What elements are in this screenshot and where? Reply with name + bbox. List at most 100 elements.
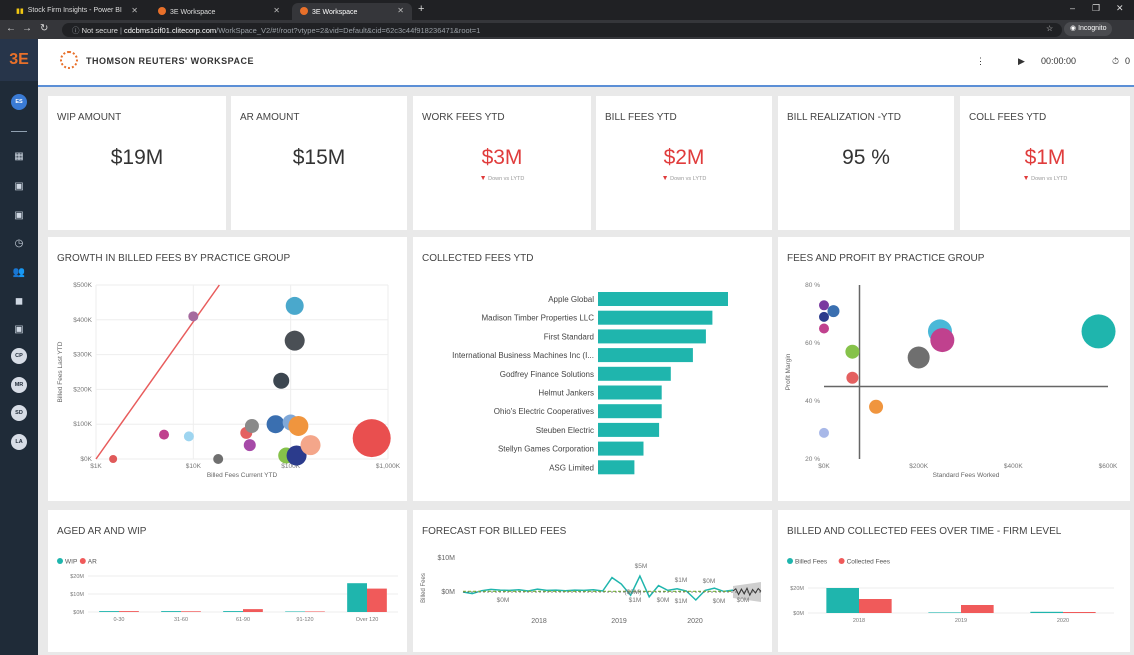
kpi-title: COLL FEES YTD xyxy=(969,112,1047,123)
overtime-bar-chart[interactable]: Billed Fees Collected Fees $0M $20M 2018 2019… xyxy=(778,510,1130,652)
browser-tab-3e-2[interactable]: 3E Workspace ✕ xyxy=(292,3,412,20)
3e-favicon xyxy=(158,7,166,15)
growth-panel[interactable]: GROWTH IN BILLED FEES BY PRACTICE GROUP … xyxy=(48,237,407,501)
kpi-title: BILL REALIZATION -YTD xyxy=(787,112,901,123)
close-icon[interactable]: ✕ xyxy=(131,6,138,15)
user-avatar[interactable]: ES xyxy=(11,94,27,110)
minimize-icon[interactable]: – xyxy=(1070,3,1075,13)
nav-badge-cp[interactable]: CP xyxy=(11,348,27,364)
restore-icon[interactable]: ❐ xyxy=(1092,3,1100,14)
bar-category-label: International Business Machines Inc (I..… xyxy=(452,351,594,360)
bar xyxy=(598,404,662,419)
x-tick-label: $600K xyxy=(1099,463,1118,470)
people-icon[interactable]: 👥 xyxy=(12,266,26,280)
power-bi-icon: ▮▮ xyxy=(16,8,24,15)
data-point xyxy=(266,415,285,434)
data-point xyxy=(846,371,859,384)
bar xyxy=(826,588,859,613)
close-icon[interactable]: ✕ xyxy=(273,6,280,15)
kpi-title: WIP AMOUNT xyxy=(57,112,122,123)
kpi-trend: ▼ Down vs LYTD xyxy=(596,175,772,182)
browser-tab-3e-1[interactable]: 3E Workspace ✕ xyxy=(150,3,288,20)
3e-logo[interactable]: 3E xyxy=(0,39,38,81)
x-tick-label: $0K xyxy=(818,463,830,470)
report-icon[interactable]: ▣ xyxy=(12,209,26,223)
aged-panel[interactable]: AGED AR AND WIP WIP AR $0M $10M $20M 0-30 31-6… xyxy=(48,510,407,652)
data-point xyxy=(285,296,304,315)
info-icon: ⓘ xyxy=(72,26,82,35)
kpi-card-wip[interactable]: WIP AMOUNT $19M xyxy=(48,96,226,230)
star-icon[interactable]: ☆ xyxy=(1046,24,1053,33)
data-point xyxy=(300,435,321,456)
bar xyxy=(181,611,201,612)
reload-icon[interactable]: ↻ xyxy=(40,23,48,34)
x-tick-label: Over 120 xyxy=(356,617,379,623)
dashboard-icon[interactable]: ▦ xyxy=(12,150,26,164)
aged-bar-chart[interactable]: WIP AR $0M $10M $20M 0-30 31-60 61-90 91-120 Over… xyxy=(48,510,407,652)
collected-panel[interactable]: COLLECTED FEES YTD Apple Global Madison T… xyxy=(413,237,772,501)
data-label: $0M xyxy=(657,597,670,604)
collected-bar-chart[interactable]: Apple Global Madison Timber Properties LL… xyxy=(413,237,772,501)
url-input[interactable]: ⓘ Not secure | cdcbms1cif01.clitecorp.co… xyxy=(62,23,1062,37)
kpi-value: $3M xyxy=(481,146,523,169)
clock-icon[interactable]: ◷ xyxy=(12,237,26,251)
growth-scatter-chart[interactable]: $0K$100K$200K$300K$400K$500K$1K $10K $100K… xyxy=(48,237,407,501)
y-tick-label: $200K xyxy=(73,386,92,393)
profit-scatter-chart[interactable]: 20 % 40 % 60 % 80 % $0K $200K $400K $600K Standa… xyxy=(778,237,1130,501)
browser-tab-powerbi[interactable]: ▮▮ Stock Firm Insights - Power BI ✕ xyxy=(8,3,146,20)
overtime-panel[interactable]: BILLED AND COLLECTED FEES OVER TIME - FI… xyxy=(778,510,1130,652)
y-tick-label: $10M xyxy=(437,555,455,562)
y-tick-label: $0M xyxy=(73,610,84,616)
data-point xyxy=(273,372,290,389)
left-navigation: 3E ES ▦ ▣ ▣ ◷ 👥 ◼ ▣ CP MR SD LA xyxy=(0,39,38,655)
kpi-trend-label: Down vs LYTD xyxy=(488,176,525,182)
nav-badge-mr[interactable]: MR xyxy=(11,377,27,393)
forward-icon[interactable]: → xyxy=(22,23,32,34)
data-point xyxy=(819,427,829,438)
incognito-badge[interactable]: ◉ Incognito xyxy=(1064,22,1113,36)
y-tick-label: $0M xyxy=(793,611,804,617)
data-label: $5M xyxy=(635,563,648,570)
kpi-trend: ▼ Down vs LYTD xyxy=(413,175,591,182)
bar xyxy=(305,611,325,612)
forecast-line-chart[interactable]: $10M $0M Billed Fees 2018 2019 2020 $5M $1M $1M $… xyxy=(413,510,772,652)
data-point xyxy=(288,415,309,436)
back-icon[interactable]: ← xyxy=(6,23,16,34)
kpi-card-bill-fees[interactable]: BILL FEES YTD $2M ▼ Down vs LYTD xyxy=(596,96,772,230)
profit-panel[interactable]: FEES AND PROFIT BY PRACTICE GROUP 20 % 40… xyxy=(778,237,1130,501)
briefcase-icon[interactable]: ◼ xyxy=(12,295,26,309)
bar xyxy=(161,611,181,612)
more-options-icon[interactable]: ⋮ xyxy=(976,56,985,67)
chart-icon[interactable]: ▣ xyxy=(12,323,26,337)
forecast-panel[interactable]: FORECAST FOR BILLED FEES $10M $0M Billed F… xyxy=(413,510,772,652)
nav-badge-la[interactable]: LA xyxy=(11,434,27,450)
close-icon[interactable]: ✕ xyxy=(397,6,404,15)
bar xyxy=(223,611,243,612)
new-tab-button[interactable]: + xyxy=(418,3,424,15)
bar xyxy=(285,611,305,612)
kpi-card-bill-realization[interactable]: BILL REALIZATION -YTD 95 % xyxy=(778,96,954,230)
x-tick-label: $10K xyxy=(186,463,202,470)
timer-display: 00:00:00 xyxy=(1041,56,1077,66)
close-window-icon[interactable]: ✕ xyxy=(1116,3,1124,14)
bar-category-label: Ohio's Electric Cooperatives xyxy=(494,407,594,416)
kpi-title: WORK FEES YTD xyxy=(422,112,505,123)
x-tick-label: 2019 xyxy=(611,618,627,625)
kpi-card-coll-fees[interactable]: COLL FEES YTD $1M ▼ Down vs LYTD xyxy=(960,96,1130,230)
play-icon[interactable]: ▶ xyxy=(1018,56,1025,67)
data-label: $0M xyxy=(497,597,510,604)
kpi-value: $15M xyxy=(292,146,346,169)
bar-category-label: Helmut Jankers xyxy=(538,389,594,398)
stopwatch-icon[interactable]: ⏱ xyxy=(1112,56,1119,67)
y-axis-label: Billed Fees Last YTD xyxy=(57,341,64,402)
legend-label: Billed Fees xyxy=(795,559,828,566)
kpi-card-ar[interactable]: AR AMOUNT $15M xyxy=(231,96,407,230)
kpi-card-work-fees[interactable]: WORK FEES YTD $3M ▼ Down vs LYTD xyxy=(413,96,591,230)
data-point xyxy=(159,429,170,440)
data-point xyxy=(284,330,305,351)
data-label: $0M xyxy=(713,598,726,605)
bar-category-label: Godfrey Finance Solutions xyxy=(500,370,594,379)
bar xyxy=(598,348,693,363)
image-icon[interactable]: ▣ xyxy=(12,180,26,194)
nav-badge-sd[interactable]: SD xyxy=(11,405,27,421)
